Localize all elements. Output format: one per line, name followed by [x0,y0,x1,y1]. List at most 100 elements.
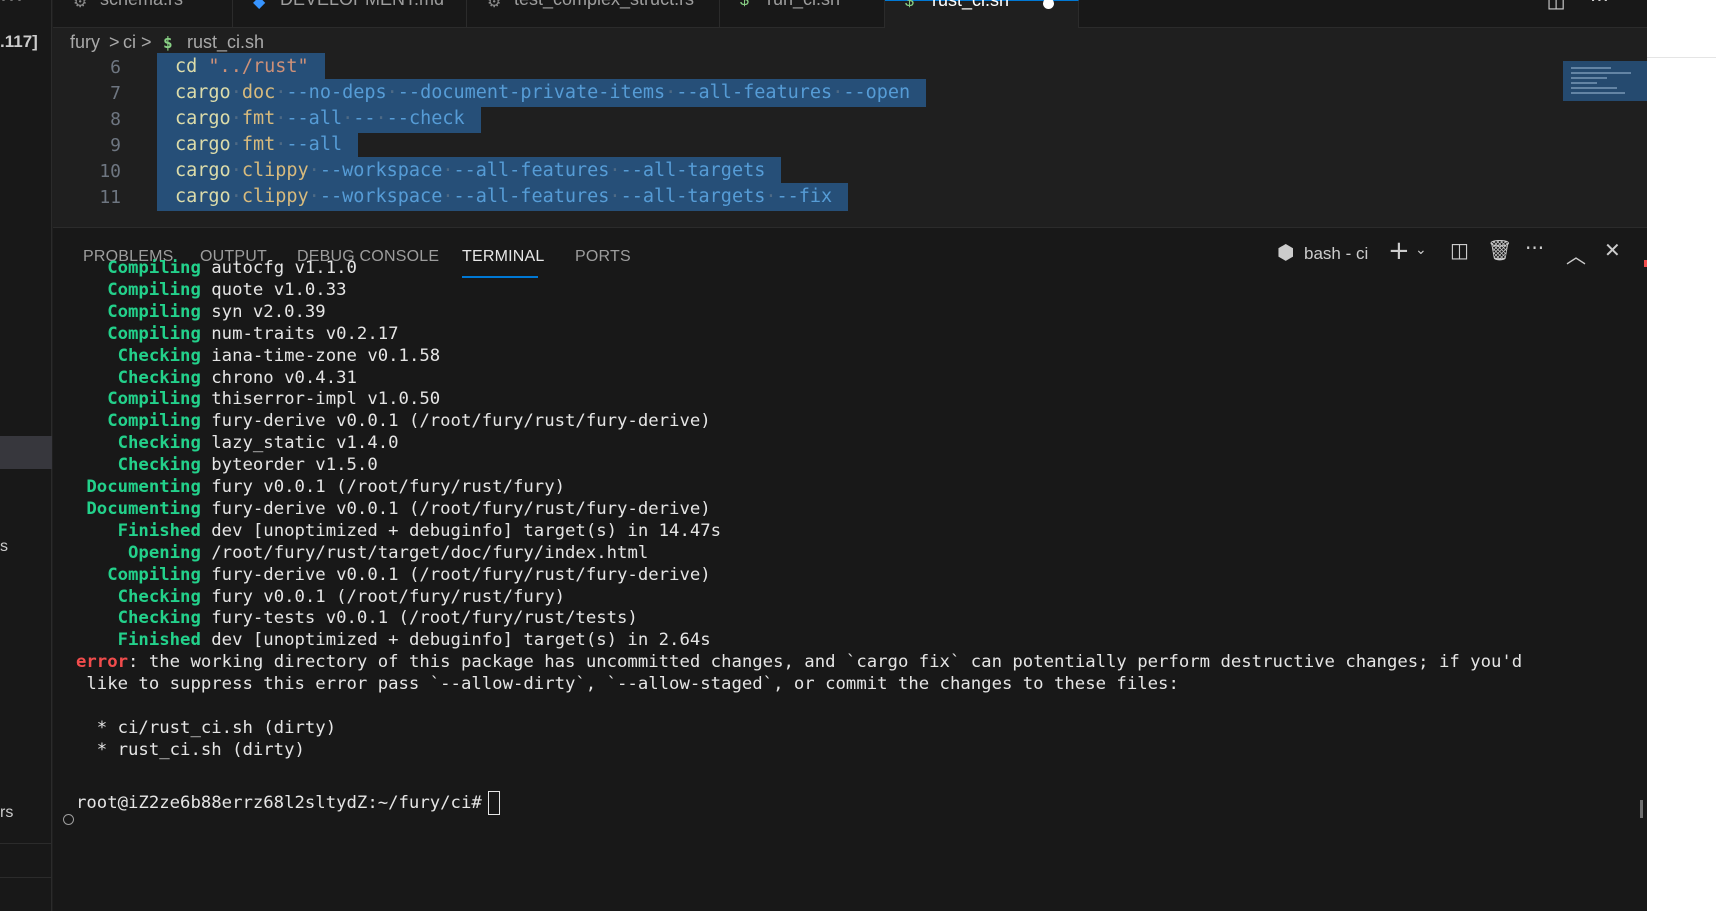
add-terminal-icon[interactable]: + [1388,236,1410,266]
terminal-text: iana-time-zone v0.1.58 [200,345,441,366]
shell-file-icon: $ [905,0,914,10]
terminal-line: Checking fury v0.0.1 (/root/fury/rust/fu… [76,586,565,608]
terminal-line: Compiling autocfg v1.1.0 [76,257,357,279]
code-token: -- [353,108,376,129]
code-token: cargo [175,82,231,103]
sidebar-selected-item[interactable] [0,436,52,469]
code-token: · [609,186,621,207]
terminal-text: fury-derive v0.0.1 (/root/fury/rust/fury… [200,498,711,519]
terminal-status-word: Compiling [107,564,201,585]
minimap-line [1571,82,1597,84]
terminal-status-word: Documenting [86,498,201,519]
code-token: · [230,186,242,207]
terminal-text: num-traits v0.2.17 [200,323,399,344]
vscode-window: ··· .117] s rs ⚙ schema.rs ◆ DEVELOPMENT… [0,0,1647,911]
more-actions-icon[interactable]: ··· [1525,236,1544,260]
tab-rust-ci-sh[interactable]: $ rust_ci.sh [885,0,1079,28]
code-editor[interactable]: 6 cd "../rust" 7 cargo·doc·--no-deps·--docu… [53,53,1647,227]
code-token: · [375,108,387,129]
background-area [1647,0,1716,911]
background-divider [1647,57,1716,58]
code-line[interactable]: cargo·fmt·--all·--·--check [157,105,481,133]
code-line[interactable]: cargo·clippy·--workspace·--all-features·… [157,183,849,211]
terminal-indent [76,346,118,366]
breadcrumb-item-fury[interactable]: fury [70,32,100,53]
close-icon[interactable]: ✕ [1604,238,1621,262]
rust-file-icon: ⚙ [487,0,502,11]
tab-run-ci-sh[interactable]: $ run_ci.sh [720,0,885,28]
terminal-text: quote v1.0.33 [200,279,347,300]
code-token: clippy [241,186,309,207]
breadcrumb-item-ci[interactable]: ci [123,32,136,53]
terminal-indent [76,543,128,563]
terminal-indent [76,608,118,628]
chevron-down-icon[interactable]: ⌄ [1415,242,1427,258]
minimap[interactable] [1563,61,1647,101]
editor-actions: ◫ ··· [1529,0,1609,12]
code-line[interactable]: cargo·fmt·--all [157,131,359,159]
terminal-status-word: Compiling [107,301,201,322]
terminal-cube-icon: ⬢ [1277,240,1295,264]
code-token: fmt [241,108,276,129]
code-token: --all [286,134,343,155]
terminal-line: Compiling thiserror-impl v1.0.50 [76,388,440,410]
terminal-indent [76,630,118,650]
terminal-text: autocfg v1.1.0 [200,258,357,278]
terminal-status-word: Checking [117,586,201,607]
tab-schema-rs[interactable]: ⚙ schema.rs [53,0,233,28]
rust-file-icon: ⚙ [73,0,88,11]
tab-development-md[interactable]: ◆ DEVELOPMENT.md [233,0,467,28]
code-line[interactable]: cargo·doc·--no-deps·--document-private-i… [157,79,927,107]
tab-label: rust_ci.sh [932,0,1010,10]
terminal-text: dev [unoptimized + debuginfo] target(s) … [200,630,711,651]
code-token: · [342,108,354,129]
code-line[interactable]: cargo·clippy·--workspace·--all-features·… [157,157,782,185]
breadcrumb-item-file[interactable]: rust_ci.sh [187,32,264,53]
terminal-line: Documenting fury-derive v0.0.1 (/root/fu… [76,498,711,520]
terminal-prompt[interactable]: root@iZ2ze6b88errz68l2sltydZ:~/fury/ci# [76,792,482,814]
terminal-text: fury v0.0.1 (/root/fury/rust/fury) [200,586,566,607]
terminal-cursor [488,790,501,815]
sidebar-text-fragment: rs [0,804,14,821]
code-token: --all-features [676,82,833,103]
code-token: cargo [175,134,231,155]
terminal-line: Checking chrono v0.4.31 [76,367,357,389]
code-line[interactable]: cd "../rust" [157,53,325,81]
line-number: 7 [110,83,121,104]
terminal-error-line: error: the working directory of this pac… [76,651,1522,673]
terminal-text: /root/fury/rust/target/doc/fury/index.ht… [200,542,649,563]
split-terminal-icon[interactable]: ◫ [1450,238,1469,262]
terminal-line: Checking fury-tests v0.0.1 (/root/fury/r… [76,607,638,629]
editor-tab-bar: ⚙ schema.rs ◆ DEVELOPMENT.md ⚙ test_comp… [53,0,1647,28]
code-token: cargo [175,108,231,129]
code-token: --all [286,108,343,129]
terminal-status-word: Compiling [107,323,201,344]
terminal-text: lazy_static v1.4.0 [200,433,399,454]
terminal-status-word: Checking [117,367,201,388]
terminal-indent [76,411,107,431]
more-actions-icon[interactable]: ··· [1590,0,1609,12]
more-icon[interactable]: ··· [0,0,24,13]
active-tab-indicator [462,276,538,278]
terminal-indent [76,324,107,344]
terminal-indent [76,499,86,519]
terminal-indent [76,302,107,322]
tab-ports[interactable]: PORTS [575,248,631,266]
terminal-scrollbar[interactable] [1640,800,1643,818]
trash-icon[interactable]: 🗑 [1487,238,1512,262]
unsaved-changes-dot-icon[interactable] [1043,0,1054,9]
terminal-line: Compiling num-traits v0.2.17 [76,323,399,345]
dirty-file-item: * ci/rust_ci.sh (dirty) [76,717,337,738]
chevron-up-icon[interactable]: ︿ [1566,240,1586,269]
terminal-indent [76,280,107,300]
split-editor-icon[interactable]: ◫ [1547,0,1566,12]
tab-terminal[interactable]: TERMINAL [462,248,545,266]
terminal-indent [76,368,118,388]
code-token: · [442,186,454,207]
error-label: error [76,652,129,673]
tab-test-complex-struct-rs[interactable]: ⚙ test_complex_struct.rs [467,0,720,28]
code-token: · [609,160,621,181]
sidebar-divider [0,843,52,844]
code-token: · [230,134,242,155]
terminal-name[interactable]: bash - ci [1304,244,1368,264]
